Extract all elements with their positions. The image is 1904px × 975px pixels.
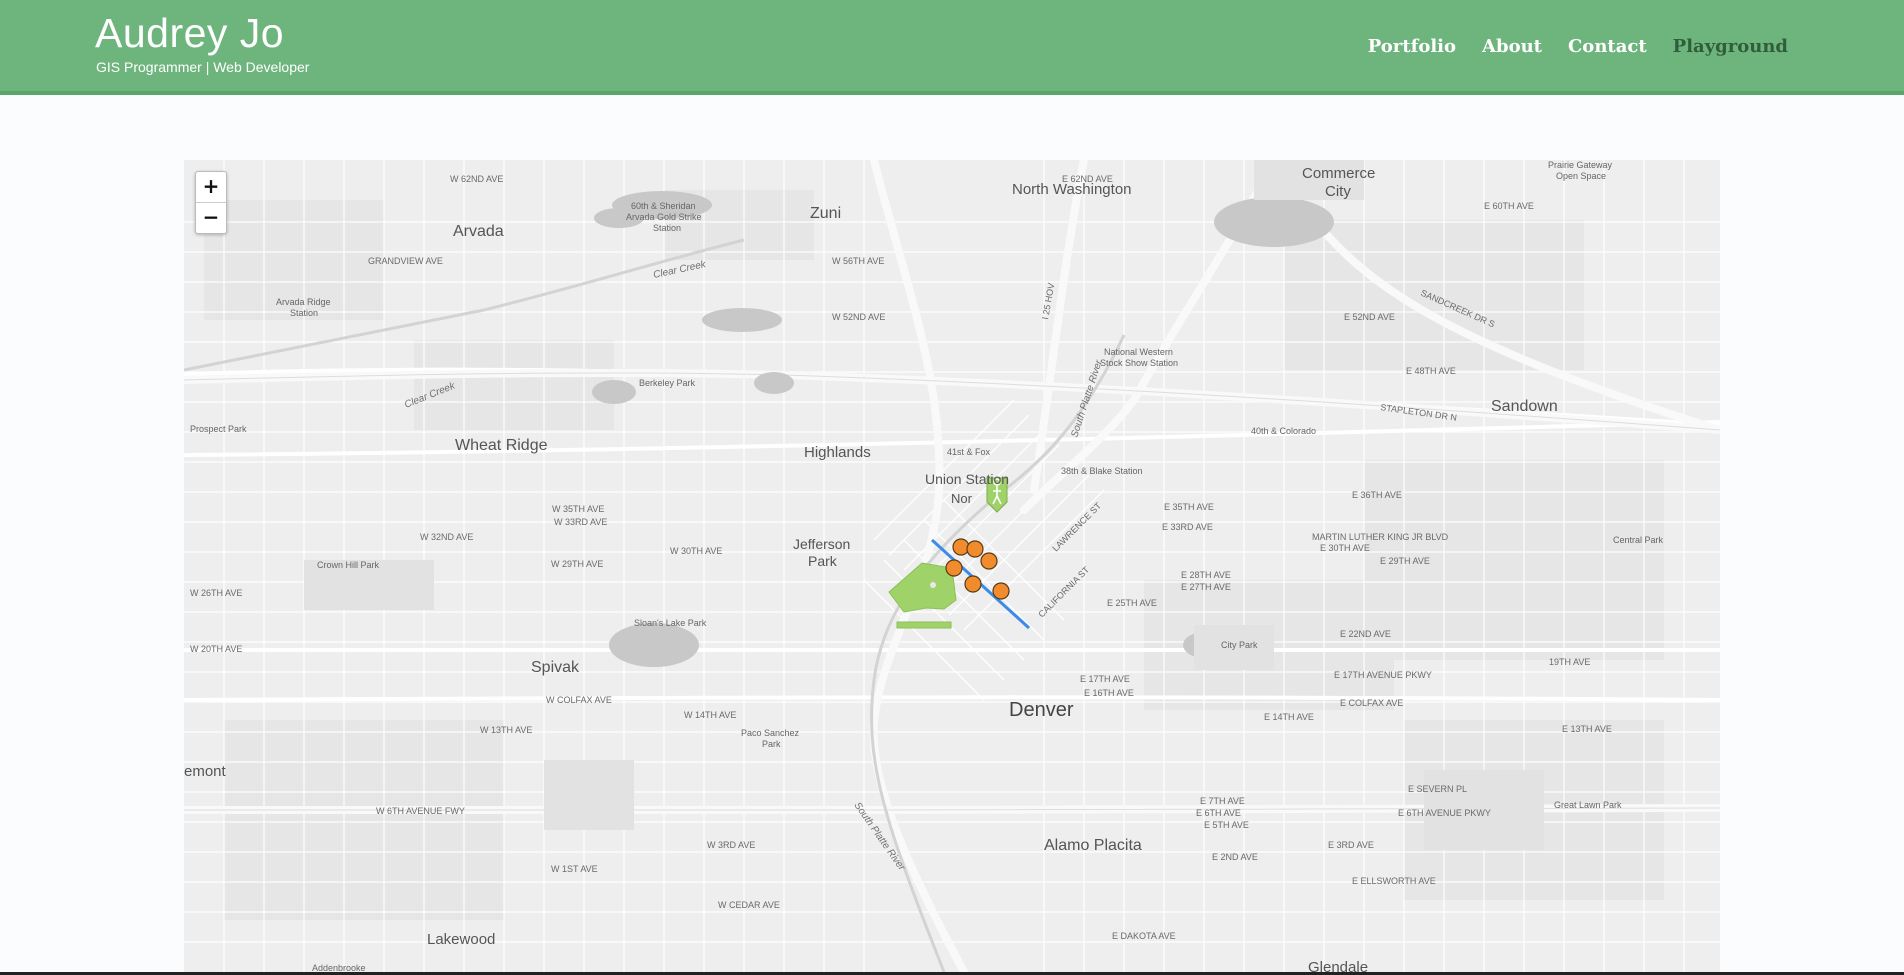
- street-label: E 16TH AVE: [1084, 688, 1134, 698]
- street-label: E SEVERN PL: [1408, 784, 1467, 794]
- zoom-control: + −: [195, 171, 227, 234]
- poi-label: National Western Stock Show Station: [1100, 347, 1178, 368]
- street-label: E DAKOTA AVE: [1112, 931, 1176, 941]
- street-label: W COLFAX AVE: [546, 695, 612, 705]
- zoom-in-button[interactable]: +: [196, 172, 226, 202]
- street-label: E 60TH AVE: [1484, 201, 1534, 211]
- street-label: W 3RD AVE: [707, 840, 755, 850]
- site-title[interactable]: Audrey Jo: [95, 10, 284, 57]
- place-label: Arvada: [453, 223, 504, 240]
- street-label: 19TH AVE: [1549, 657, 1590, 667]
- street-label: E 6TH AVENUE PKWY: [1398, 808, 1491, 818]
- street-label: E 52ND AVE: [1344, 312, 1395, 322]
- nav-portfolio[interactable]: Portfolio: [1368, 36, 1456, 57]
- street-label: GRANDVIEW AVE: [368, 256, 443, 266]
- nav-playground[interactable]: Playground: [1673, 36, 1788, 57]
- poi-label: Sloan's Lake Park: [634, 618, 707, 628]
- poi-label: Central Park: [1613, 535, 1664, 545]
- street-label: W 62ND AVE: [450, 174, 503, 184]
- street-label: W 13TH AVE: [480, 725, 532, 735]
- place-label: Wheat Ridge: [455, 437, 548, 454]
- place-label: Union Station: [925, 471, 1009, 487]
- street-label: W 14TH AVE: [684, 710, 736, 720]
- poi-label: Prairie Gateway Open Space: [1548, 160, 1613, 181]
- poi-label: 38th & Blake Station: [1061, 466, 1143, 476]
- poi-label: Prospect Park: [190, 424, 247, 434]
- street-label: E 6TH AVE: [1196, 808, 1241, 818]
- street-label: E 35TH AVE: [1164, 502, 1214, 512]
- street-label: E 28TH AVE: [1181, 570, 1231, 580]
- street-label: E 7TH AVE: [1200, 796, 1245, 806]
- place-label: Alamo Placita: [1044, 837, 1142, 854]
- street-label: E ELLSWORTH AVE: [1352, 876, 1436, 886]
- site-subtitle: GIS Programmer | Web Developer: [96, 59, 310, 75]
- poi-label: Crown Hill Park: [317, 560, 380, 570]
- street-label: E 25TH AVE: [1107, 598, 1157, 608]
- nav-contact[interactable]: Contact: [1568, 36, 1647, 57]
- street-label: W 32ND AVE: [420, 532, 473, 542]
- poi-label: City Park: [1221, 640, 1258, 650]
- place-label: Zuni: [810, 205, 841, 222]
- nav-about[interactable]: About: [1482, 36, 1542, 57]
- street-label: E 17TH AVENUE PKWY: [1334, 670, 1432, 680]
- street-label: E 2ND AVE: [1212, 852, 1258, 862]
- street-label: E 14TH AVE: [1264, 712, 1314, 722]
- street-label: E 13TH AVE: [1562, 724, 1612, 734]
- street-label: W 30TH AVE: [670, 546, 722, 556]
- street-label: E 17TH AVE: [1080, 674, 1130, 684]
- place-label: Spivak: [531, 659, 580, 676]
- base-map[interactable]: North Washington Commerce City Arvada Zun…: [184, 160, 1720, 972]
- place-label: Nor: [951, 491, 973, 506]
- street-label: W 29TH AVE: [551, 559, 603, 569]
- main-nav: Portfolio About Contact Playground: [1368, 36, 1788, 57]
- place-label: Highlands: [804, 444, 871, 461]
- street-label: E 62ND AVE: [1062, 174, 1113, 184]
- street-label: W CEDAR AVE: [718, 900, 780, 910]
- street-label: E 36TH AVE: [1352, 490, 1402, 500]
- place-label: Glendale: [1308, 959, 1368, 972]
- street-label: E 5TH AVE: [1204, 820, 1249, 830]
- street-label: E 3RD AVE: [1328, 840, 1374, 850]
- place-label: emont: [184, 763, 227, 780]
- street-label: E 27TH AVE: [1181, 582, 1231, 592]
- poi-label: Great Lawn Park: [1554, 800, 1622, 810]
- street-label: W 26TH AVE: [190, 588, 242, 598]
- street-label: E 30TH AVE: [1320, 543, 1370, 553]
- street-label: E 29TH AVE: [1380, 556, 1430, 566]
- poi-label: Berkeley Park: [639, 378, 696, 388]
- street-label: W 56TH AVE: [832, 256, 884, 266]
- poi-label: 40th & Colorado: [1251, 426, 1316, 436]
- place-label: Sandown: [1491, 398, 1558, 415]
- street-label: MARTIN LUTHER KING JR BLVD: [1312, 532, 1449, 542]
- street-label: W 33RD AVE: [554, 517, 607, 527]
- street-label: E 48TH AVE: [1406, 366, 1456, 376]
- poi-label: Addenbrooke: [312, 963, 366, 972]
- place-label: Denver: [1009, 699, 1074, 721]
- street-label: W 35TH AVE: [552, 504, 604, 514]
- street-label: W 1ST AVE: [551, 864, 598, 874]
- zoom-out-button[interactable]: −: [196, 202, 226, 233]
- street-label: E 22ND AVE: [1340, 629, 1391, 639]
- park-strip[interactable]: [896, 621, 952, 629]
- street-label: W 6TH AVENUE FWY: [376, 806, 465, 816]
- street-label: W 20TH AVE: [190, 644, 242, 654]
- street-label: W 52ND AVE: [832, 312, 885, 322]
- street-label: E 33RD AVE: [1162, 522, 1213, 532]
- map-container[interactable]: North Washington Commerce City Arvada Zun…: [184, 160, 1720, 972]
- street-label: E COLFAX AVE: [1340, 698, 1403, 708]
- poi-label: 41st & Fox: [947, 447, 991, 457]
- site-header: Audrey Jo GIS Programmer | Web Developer…: [0, 0, 1904, 95]
- place-label: Lakewood: [427, 931, 495, 948]
